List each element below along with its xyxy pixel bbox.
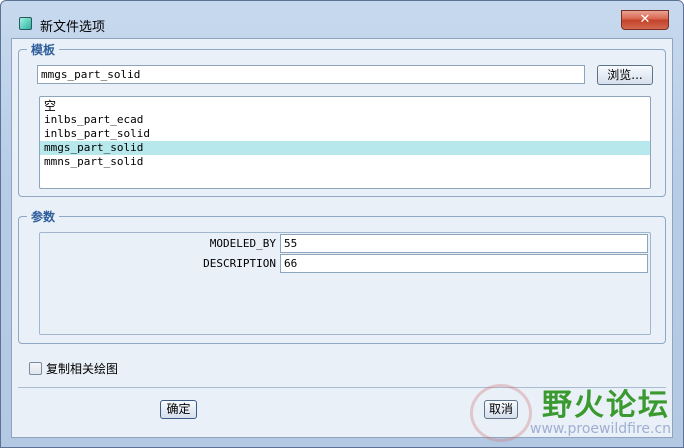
- param-value-input[interactable]: 66: [280, 254, 648, 273]
- copy-drawings-label: 复制相关绘图: [46, 362, 119, 376]
- param-row: DESCRIPTION 66: [40, 254, 650, 274]
- watermark-title: 野火论坛: [542, 388, 670, 423]
- param-value-input[interactable]: 55: [280, 234, 648, 253]
- param-label: DESCRIPTION: [203, 257, 276, 270]
- param-row: MODELED_BY 55: [40, 234, 650, 254]
- ok-button[interactable]: 确定: [160, 400, 197, 419]
- template-list-item[interactable]: mmns_part_solid: [40, 155, 650, 169]
- browse-button[interactable]: 浏览...: [597, 65, 653, 85]
- template-list-item[interactable]: inlbs_part_solid: [40, 127, 650, 141]
- template-group: 模板 mmgs_part_solid 浏览... 空 inlbs_part_eca…: [18, 41, 666, 197]
- template-list-item[interactable]: inlbs_part_ecad: [40, 113, 650, 127]
- close-button[interactable]: ✕: [621, 10, 669, 30]
- template-list[interactable]: 空 inlbs_part_ecad inlbs_part_solid mmgs_par…: [39, 96, 651, 189]
- window-title: 新文件选项: [40, 20, 106, 35]
- params-group: 参数 MODELED_BY 55 DESCRIPTION 66: [18, 208, 666, 344]
- params-group-legend: 参数: [27, 208, 60, 225]
- app-icon: [19, 17, 32, 30]
- template-path-input[interactable]: mmgs_part_solid: [37, 65, 585, 84]
- watermark-logo: [470, 384, 532, 442]
- template-list-item[interactable]: mmgs_part_solid: [40, 141, 650, 155]
- copy-drawings-checkbox[interactable]: [29, 362, 42, 375]
- params-table: MODELED_BY 55 DESCRIPTION 66: [39, 232, 651, 335]
- title-bar[interactable]: 新文件选项 ✕: [1, 1, 683, 35]
- watermark-url: www.proewildfire.cn: [530, 421, 672, 437]
- forum-watermark: 野火论坛 www.proewildfire.cn: [470, 378, 684, 448]
- param-label: MODELED_BY: [209, 237, 276, 250]
- template-group-legend: 模板: [27, 41, 60, 58]
- close-icon: ✕: [639, 12, 651, 27]
- template-list-item[interactable]: 空: [40, 99, 650, 113]
